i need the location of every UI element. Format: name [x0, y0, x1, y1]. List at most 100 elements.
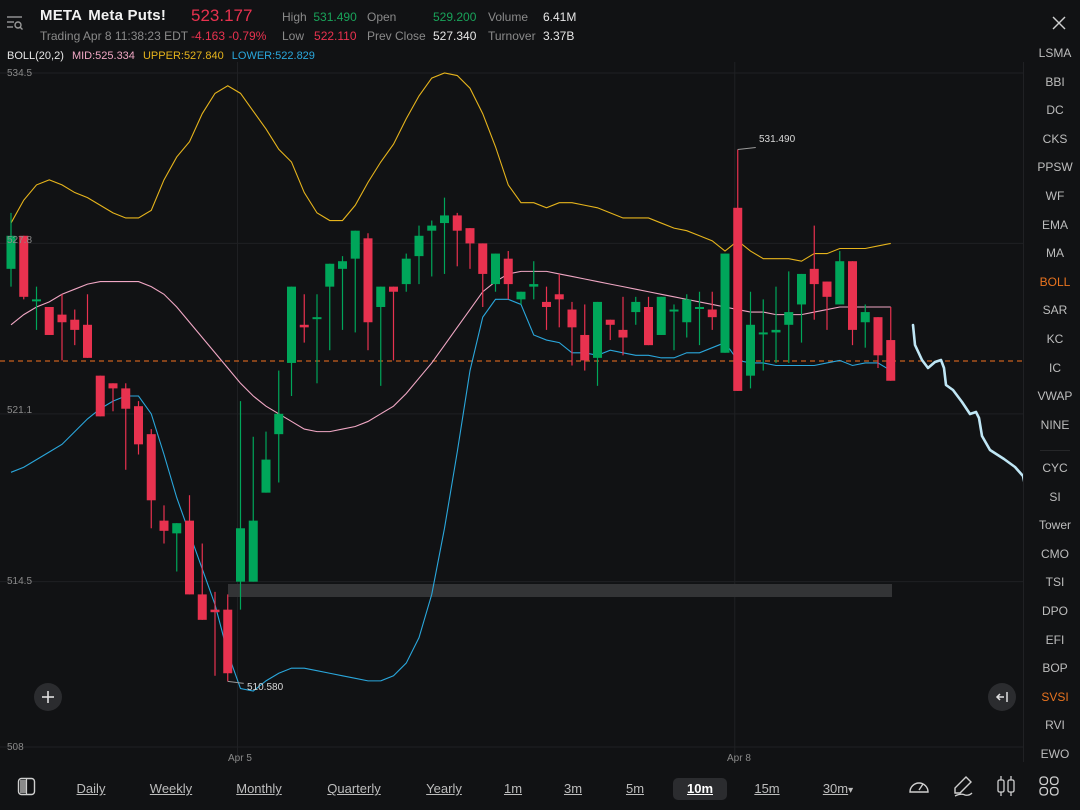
sidebar-item-cmo[interactable]: CMO — [1030, 547, 1080, 561]
y-tick-label: 514.5 — [7, 576, 33, 587]
sidebar-item-wf[interactable]: WF — [1030, 189, 1080, 203]
sidebar-item-ppsw[interactable]: PPSW — [1030, 160, 1080, 174]
sidebar-divider — [1023, 62, 1024, 762]
candlestick-type-icon[interactable] — [994, 774, 1018, 798]
candle-body — [350, 230, 360, 259]
candle-body — [860, 312, 870, 323]
sidebar-item-cks[interactable]: CKS — [1030, 132, 1080, 146]
zoom-in-button[interactable] — [34, 683, 62, 711]
x-tick-label: Apr 8 — [727, 753, 751, 764]
candle-body — [172, 523, 182, 534]
sidebar-item-boll[interactable]: BOLL — [1030, 275, 1080, 289]
stat-turnover-value: 3.37B — [543, 29, 575, 43]
timeframe-3m[interactable]: 3m — [538, 778, 608, 800]
sidebar-item-ewo[interactable]: EWO — [1030, 747, 1080, 761]
sidebar-item-ic[interactable]: IC — [1030, 361, 1080, 375]
candle-body — [682, 299, 692, 323]
gauge-icon[interactable] — [907, 774, 931, 798]
candle-body — [363, 238, 373, 323]
search-list-icon[interactable] — [6, 14, 24, 32]
timeframe-label: 5m — [625, 781, 645, 796]
candle-body — [580, 334, 590, 361]
timeframe-monthly[interactable]: Monthly — [224, 778, 294, 800]
sidebar-item-tower[interactable]: Tower — [1030, 518, 1080, 532]
sidebar-item-sar[interactable]: SAR — [1030, 303, 1080, 317]
candle-body — [593, 301, 602, 358]
timeframe-daily[interactable]: Daily — [56, 778, 126, 800]
candle-body — [733, 207, 743, 391]
stat-volume-value: 6.41M — [543, 10, 577, 24]
stat-label: Prev Close — [367, 29, 426, 43]
stat-open-value: 529.200 — [433, 10, 477, 24]
stat-label: Turnover — [488, 29, 536, 43]
indicator-legend: BOLL(20,2) MID:525.334 UPPER:527.840 LOW… — [7, 50, 320, 62]
close-icon[interactable] — [1048, 12, 1070, 34]
candle-body — [287, 286, 296, 363]
timeframe-label: 15m — [754, 781, 780, 796]
sidebar-item-lsma[interactable]: LSMA — [1030, 46, 1080, 60]
candle-body — [873, 317, 883, 356]
candle-body — [427, 225, 437, 231]
sidebar-item-kc[interactable]: KC — [1030, 332, 1080, 346]
timeframe-label: Yearly — [426, 781, 462, 796]
ticker-symbol: META — [40, 7, 83, 24]
sidebar-item-ma[interactable]: MA — [1030, 246, 1080, 260]
timeframe-5m[interactable]: 5m — [600, 778, 670, 800]
candle-body — [248, 520, 258, 582]
timeframe-30m[interactable]: 30m ▾ — [803, 778, 873, 800]
candle-body — [567, 309, 577, 328]
sidebar-item-dc[interactable]: DC — [1030, 103, 1080, 117]
sidebar-item-rvi[interactable]: RVI — [1030, 718, 1080, 732]
draw-pen-icon[interactable] — [951, 774, 975, 798]
candle-body — [631, 301, 641, 313]
sidebar-item-dpo[interactable]: DPO — [1030, 604, 1080, 618]
timeframe-quarterly[interactable]: Quarterly — [319, 778, 389, 800]
collapse-left-icon — [995, 692, 1008, 702]
sidebar-item-nine[interactable]: NINE — [1030, 418, 1080, 432]
symbol-title: META Meta Puts! — [40, 7, 166, 24]
candle-body — [325, 263, 335, 287]
stat-volume: Volume — [488, 10, 528, 24]
sidebar-item-tsi[interactable]: TSI — [1030, 575, 1080, 589]
timeframe-yearly[interactable]: Yearly — [409, 778, 479, 800]
candle-body — [312, 317, 322, 320]
layout-toggle-icon[interactable] — [17, 777, 36, 796]
candle-body — [605, 319, 615, 325]
sidebar-item-cyc[interactable]: CYC — [1030, 461, 1080, 475]
candle-body — [554, 294, 564, 300]
stat-label: Low — [282, 29, 305, 43]
candle-body — [274, 413, 284, 435]
timeframe-15m[interactable]: 15m — [732, 778, 802, 800]
stat-turnover: Turnover — [488, 29, 536, 43]
timeframe-label: Weekly — [149, 781, 193, 796]
grid-layout-icon[interactable] — [1037, 774, 1061, 798]
candle-body — [83, 324, 92, 358]
candle-body — [618, 329, 628, 338]
sidebar-item-bbi[interactable]: BBI — [1030, 75, 1080, 89]
timeframe-label: 1m — [503, 781, 523, 796]
candle-body — [121, 388, 131, 409]
sidebar-separator — [1040, 450, 1070, 452]
stat-prev-close: Prev Close — [367, 29, 426, 43]
stat-value: 531.490 — [313, 10, 357, 24]
sidebar-item-vwap[interactable]: VWAP — [1030, 389, 1080, 403]
candle-body — [478, 243, 488, 274]
candle-body — [210, 609, 220, 613]
candle-body — [644, 306, 653, 346]
collapse-button[interactable] — [988, 683, 1016, 711]
boll-upper: UPPER:527.840 — [142, 50, 224, 62]
low-annotation: 510.580 — [247, 682, 284, 693]
timeframe-10m[interactable]: 10m — [673, 778, 727, 800]
candle-body — [491, 253, 500, 285]
candlestick-chart[interactable] — [0, 62, 1046, 762]
candle-body — [771, 329, 781, 333]
sidebar-item-svsi[interactable]: SVSI — [1030, 690, 1080, 704]
sidebar-item-efi[interactable]: EFI — [1030, 633, 1080, 647]
sidebar-item-bop[interactable]: BOP — [1030, 661, 1080, 675]
sidebar-item-si[interactable]: SI — [1030, 490, 1080, 504]
timeframe-weekly[interactable]: Weekly — [136, 778, 206, 800]
chart-area[interactable] — [0, 62, 1046, 762]
candle-body — [465, 228, 475, 244]
sidebar-item-ema[interactable]: EMA — [1030, 218, 1080, 232]
candle-body — [376, 286, 386, 307]
